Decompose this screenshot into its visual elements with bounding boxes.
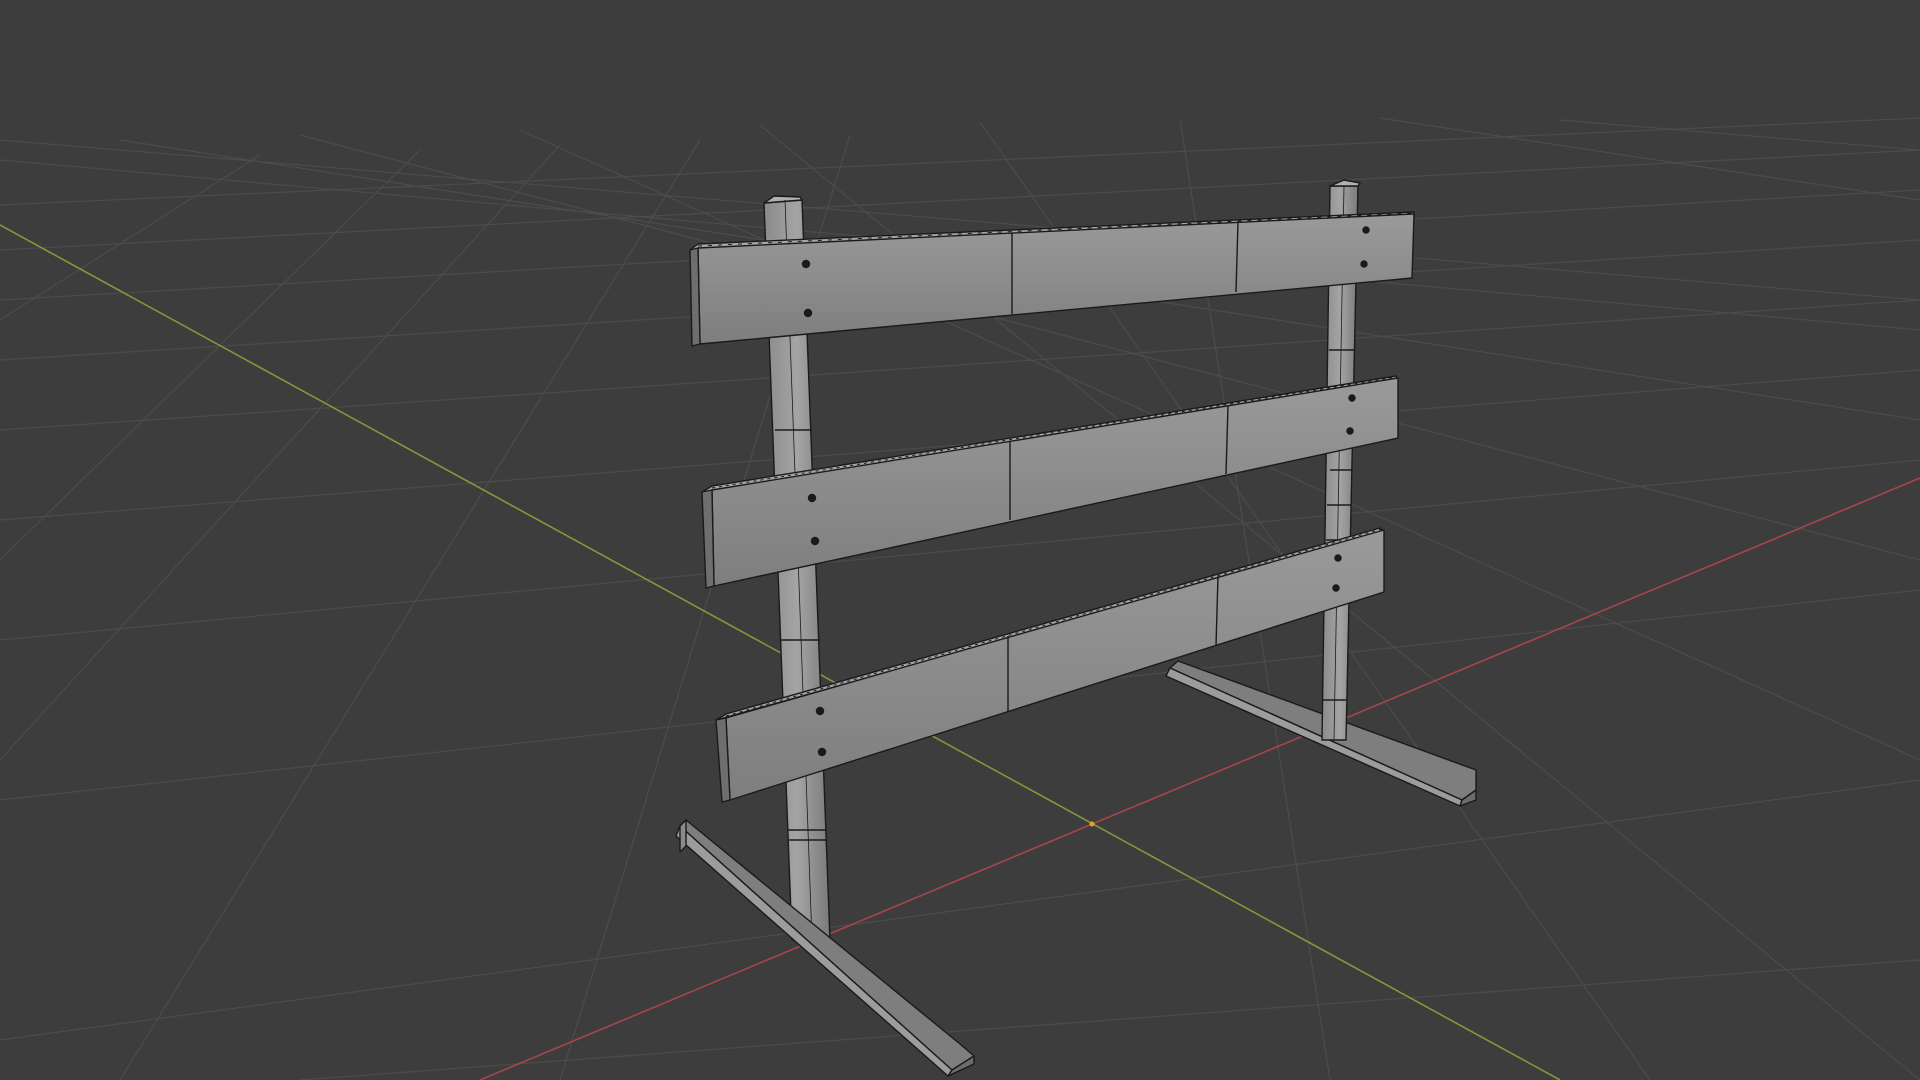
bolt: [801, 259, 811, 269]
bolt: [1348, 394, 1356, 402]
bolt: [817, 747, 827, 757]
bolt: [1332, 584, 1340, 592]
bolt: [1346, 427, 1354, 435]
bolt: [803, 308, 813, 318]
bolt: [1362, 226, 1370, 234]
bolt: [807, 493, 817, 503]
bolt: [815, 706, 825, 716]
viewport-canvas[interactable]: [0, 0, 1920, 1080]
bolt: [1360, 260, 1368, 268]
world-origin-marker: [1089, 821, 1095, 827]
bolt: [810, 536, 820, 546]
3d-viewport[interactable]: [0, 0, 1920, 1080]
bolt: [1334, 554, 1342, 562]
